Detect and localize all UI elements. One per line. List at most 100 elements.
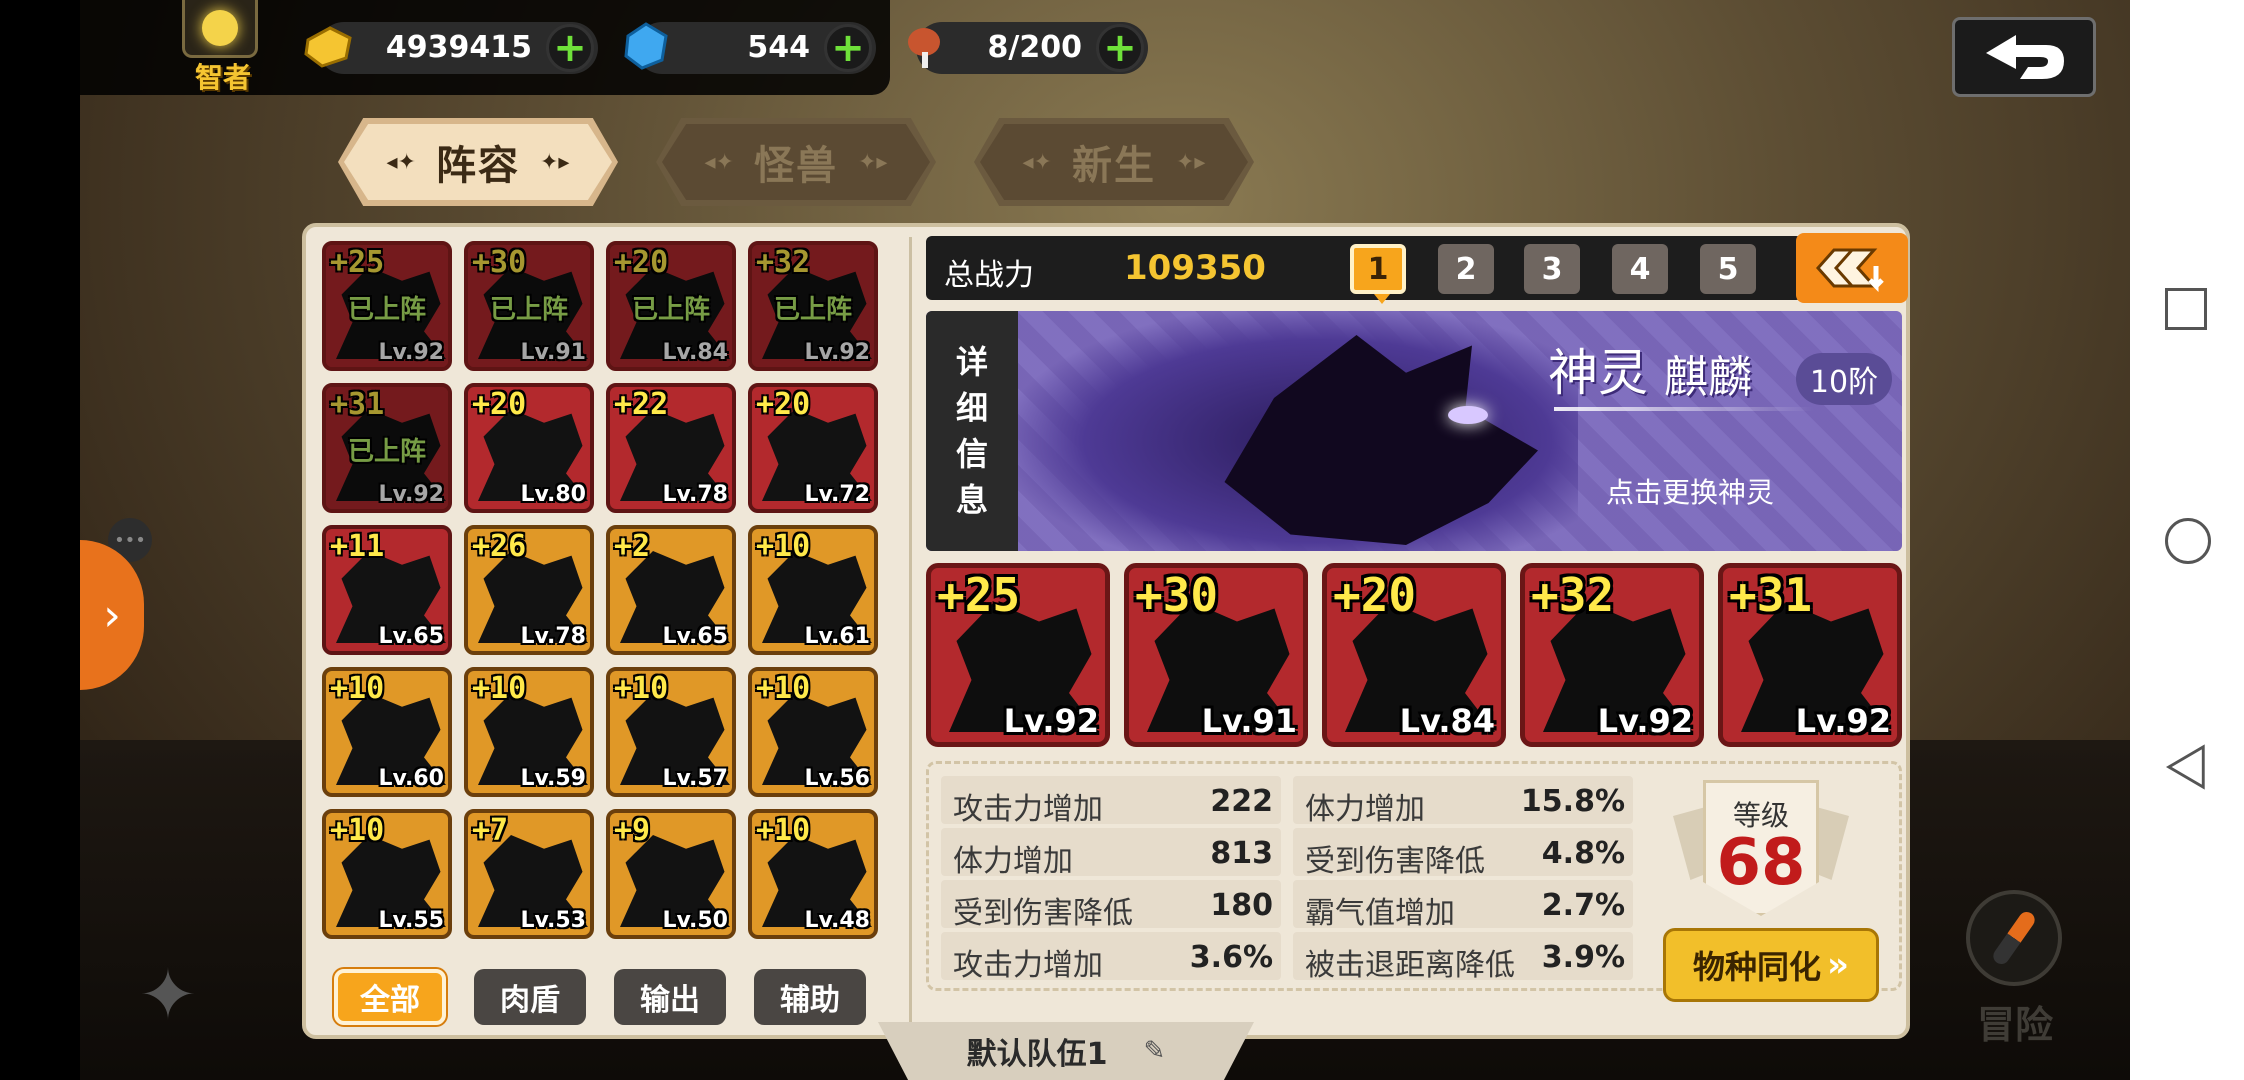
roster-card[interactable]: +32 已上阵 Lv.92 bbox=[748, 241, 878, 371]
gold-counter: 4939415 + bbox=[304, 22, 598, 74]
team-slot-5[interactable]: 5 bbox=[1700, 244, 1756, 294]
monster-level: Lv.61 bbox=[804, 624, 870, 649]
monster-level: Lv.57 bbox=[662, 766, 728, 791]
monster-portrait bbox=[336, 267, 446, 359]
team-member-card[interactable]: +25 Lv.92 bbox=[926, 563, 1110, 747]
roster-card[interactable]: +25 已上阵 Lv.92 bbox=[322, 241, 452, 371]
deployed-badge: 已上阵 bbox=[347, 437, 426, 467]
enhance-level: +7 bbox=[472, 813, 509, 848]
roster-card[interactable]: +10 Lv.59 bbox=[464, 667, 594, 797]
roster-card[interactable]: +20 Lv.72 bbox=[748, 383, 878, 513]
monster-level: Lv.72 bbox=[804, 482, 870, 507]
filter-all[interactable]: 全部 bbox=[334, 969, 446, 1025]
team-slot-3[interactable]: 3 bbox=[1524, 244, 1580, 294]
player-rank-badge[interactable]: 智者 bbox=[182, 0, 264, 94]
lightbulb-icon bbox=[182, 0, 258, 58]
monster-level: Lv.78 bbox=[520, 624, 586, 649]
monster-level: Lv.92 bbox=[804, 340, 870, 365]
tab-rebirth[interactable]: ◂✦ 新生 ✦▸ bbox=[974, 118, 1254, 206]
tab-deco-left-icon: ◂✦ bbox=[704, 149, 734, 175]
roster-card[interactable]: +10 Lv.57 bbox=[606, 667, 736, 797]
roster-card[interactable]: +10 Lv.61 bbox=[748, 525, 878, 655]
filter-tank[interactable]: 肉盾 bbox=[474, 969, 586, 1025]
species-assimilate-button[interactable]: 物种同化 » bbox=[1663, 928, 1879, 1002]
monster-portrait bbox=[620, 267, 730, 359]
tab-lineup-label: 阵容 bbox=[436, 143, 520, 189]
stat-row: 体力增加 15.8% bbox=[1293, 776, 1633, 827]
roster-card[interactable]: +22 Lv.78 bbox=[606, 383, 736, 513]
roster-card[interactable]: +31 已上阵 Lv.92 bbox=[322, 383, 452, 513]
active-team-row: +25 Lv.92 +30 Lv.91 +20 Lv.84 +32 Lv.92 +31 Lv.92 bbox=[926, 563, 1902, 747]
tab-deco-left-icon: ◂✦ bbox=[1022, 149, 1052, 175]
monster-level: Lv.92 bbox=[1003, 702, 1099, 740]
monster-level: Lv.78 bbox=[662, 482, 728, 507]
roster-card[interactable]: +10 Lv.60 bbox=[322, 667, 452, 797]
roster-card[interactable]: +10 Lv.56 bbox=[748, 667, 878, 797]
filter-dps[interactable]: 输出 bbox=[614, 969, 726, 1025]
roster-card[interactable]: +30 已上阵 Lv.91 bbox=[464, 241, 594, 371]
team-name-tab[interactable]: 默认队伍1 ✎ bbox=[878, 1022, 1254, 1080]
food-counter: 8/200 + bbox=[908, 22, 1148, 74]
enhance-level: +25 bbox=[937, 568, 1021, 622]
roster-card[interactable]: +7 Lv.53 bbox=[464, 809, 594, 939]
detail-char: 详 bbox=[955, 343, 988, 381]
qilin-artwork bbox=[1018, 311, 1578, 551]
roster-card[interactable]: +26 Lv.78 bbox=[464, 525, 594, 655]
team-member-card[interactable]: +32 Lv.92 bbox=[1520, 563, 1704, 747]
stat-name: 体力增加 bbox=[1305, 792, 1425, 827]
pencil-icon[interactable]: ✎ bbox=[1144, 1036, 1166, 1066]
enhance-level: +25 bbox=[330, 245, 385, 280]
enhance-level: +32 bbox=[1531, 568, 1615, 622]
stat-value: 222 bbox=[1210, 784, 1273, 819]
roster-card[interactable]: +10 Lv.48 bbox=[748, 809, 878, 939]
monster-level: Lv.48 bbox=[804, 908, 870, 933]
tab-monsters-label: 怪兽 bbox=[754, 143, 838, 189]
tab-lineup[interactable]: ◂✦ 阵容 ✦▸ bbox=[338, 118, 618, 206]
return-arrow-icon bbox=[1986, 35, 2064, 79]
add-food-button[interactable]: + bbox=[1096, 24, 1144, 72]
stat-value: 4.8% bbox=[1541, 836, 1625, 871]
add-gem-button[interactable]: + bbox=[824, 24, 872, 72]
back-triangle-icon[interactable] bbox=[2165, 744, 2209, 790]
home-icon[interactable] bbox=[2165, 518, 2211, 564]
god-underline bbox=[1554, 407, 1814, 411]
stat-name: 受到伤害降低 bbox=[953, 896, 1133, 931]
back-button[interactable] bbox=[1952, 17, 2096, 97]
shuriken-icon[interactable]: ✦ bbox=[128, 954, 208, 1036]
recent-apps-icon[interactable] bbox=[2165, 288, 2207, 330]
roster-card[interactable]: +10 Lv.55 bbox=[322, 809, 452, 939]
enhance-level: +2 bbox=[614, 529, 651, 564]
roster-card[interactable]: +9 Lv.50 bbox=[606, 809, 736, 939]
stat-value: 2.7% bbox=[1541, 888, 1625, 923]
team-member-card[interactable]: +20 Lv.84 bbox=[1322, 563, 1506, 747]
add-gold-button[interactable]: + bbox=[546, 24, 594, 72]
deployed-badge: 已上阵 bbox=[773, 295, 852, 325]
team-member-card[interactable]: +31 Lv.92 bbox=[1718, 563, 1902, 747]
roster-card[interactable]: +20 Lv.80 bbox=[464, 383, 594, 513]
team-switch-button[interactable] bbox=[1796, 233, 1908, 303]
filter-support[interactable]: 辅助 bbox=[754, 969, 866, 1025]
monster-portrait bbox=[478, 267, 588, 359]
team-slot-4[interactable]: 4 bbox=[1612, 244, 1668, 294]
detail-info-button[interactable]: 详 细 信 息 bbox=[926, 311, 1018, 551]
team-slot-2[interactable]: 2 bbox=[1438, 244, 1494, 294]
enhance-level: +31 bbox=[330, 387, 385, 422]
tab-deco-right-icon: ✦▸ bbox=[858, 149, 888, 175]
team-slot-1[interactable]: 1 bbox=[1350, 244, 1406, 304]
detail-char: 信 bbox=[955, 435, 988, 473]
tab-monsters[interactable]: ◂✦ 怪兽 ✦▸ bbox=[656, 118, 936, 206]
team-bonus-stats: 等级 68 物种同化 » 攻击力增加 222 体力增加 813 受到伤害降低 180 攻击力… bbox=[926, 761, 1902, 1002]
god-spirit-banner[interactable]: 详 细 信 息 神灵 麒麟 10阶 点击更换神灵 bbox=[926, 311, 1902, 551]
player-rank: 智者 bbox=[194, 61, 251, 94]
roster-card[interactable]: +2 Lv.65 bbox=[606, 525, 736, 655]
stat-name: 体力增加 bbox=[953, 844, 1073, 879]
monster-level: Lv.60 bbox=[378, 766, 444, 791]
monster-level: Lv.84 bbox=[662, 340, 728, 365]
tab-deco-right-icon: ✦▸ bbox=[540, 149, 570, 175]
roster-card[interactable]: +11 Lv.65 bbox=[322, 525, 452, 655]
adventure-button[interactable]: 冒险 bbox=[1960, 890, 2070, 1050]
roster-card[interactable]: +20 已上阵 Lv.84 bbox=[606, 241, 736, 371]
enhance-level: +10 bbox=[756, 671, 811, 706]
stat-name: 攻击力增加 bbox=[953, 948, 1103, 983]
team-member-card[interactable]: +30 Lv.91 bbox=[1124, 563, 1308, 747]
